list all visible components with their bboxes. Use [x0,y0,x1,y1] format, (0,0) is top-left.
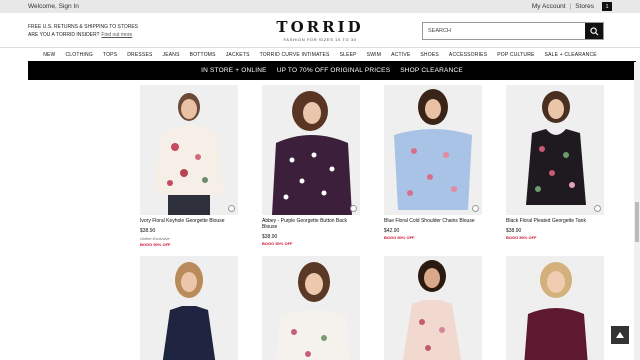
search-icon [589,26,598,35]
product-image[interactable] [262,256,360,360]
model-photo [272,91,352,215]
back-to-top-button[interactable] [611,326,629,344]
nav-item-new[interactable]: NEW [38,52,60,58]
nav-item-sleep[interactable]: SLEEP [335,52,362,58]
model-photo [402,260,462,360]
nav-item-sale-clearance[interactable]: SALE + CLEARANCE [540,52,602,58]
nav-item-active[interactable]: ACTIVE [386,52,415,58]
banner-shop-clearance-link[interactable]: SHOP CLEARANCE [400,67,463,74]
account-links: My Account | Stores 1 [532,2,612,11]
utility-bar: Welcome, Sign In My Account | Stores 1 [0,0,640,13]
promo-badge: BOGO 50% OFF [262,241,293,246]
product-image[interactable] [140,85,238,215]
promo-badge: BOGO 50% OFF [506,235,537,240]
zoom-icon[interactable] [350,205,357,212]
nav-item-shoes[interactable]: SHOES [415,52,444,58]
site-header: FREE U.S. RETURNS & SHIPPING TO STORES A… [0,13,640,47]
search-input[interactable]: SEARCH [423,23,585,39]
product-card[interactable] [506,256,604,360]
nav-item-pop-culture[interactable]: POP CULTURE [492,52,539,58]
product-name[interactable]: Ivory Floral Keyhole Georgette Blouse [140,218,238,224]
product-card[interactable] [262,256,360,360]
nav-item-jackets[interactable]: JACKETS [221,52,255,58]
scrollbar-thumb[interactable] [635,202,639,242]
product-card[interactable] [384,256,482,360]
zoom-icon[interactable] [472,205,479,212]
banner-discount: UP TO 70% OFF ORIGINAL PRICES [276,67,391,74]
product-name[interactable]: Black Floral Pleated Georgette Tank [506,218,604,224]
model-photo [276,262,350,360]
page-scrollbar[interactable] [634,62,640,360]
model-photo [524,262,588,360]
product-image[interactable] [506,85,604,215]
product-price: $38.90 [262,234,278,240]
promo-badge: BOGO 50% OFF [140,242,171,247]
page: Welcome, Sign In My Account | Stores 1 F… [0,0,640,360]
bag-count: 1 [605,3,609,10]
nav-item-jeans[interactable]: JEANS [158,52,185,58]
product-name[interactable]: Blue Floral Cold Shoulder Chains Blouse [384,218,482,224]
nav-item-accessories[interactable]: ACCESSORIES [444,52,492,58]
online-exclusive-badge: Online Exclusive [140,236,170,241]
model-photo [394,89,472,210]
search-button[interactable] [585,23,603,39]
shopping-bag-icon[interactable]: 1 [602,2,612,11]
search-box: SEARCH [422,22,604,40]
product-image[interactable] [506,256,604,360]
zoom-icon[interactable] [594,205,601,212]
model-photo [154,93,224,215]
product-name[interactable]: Abbey - Purple Georgette Button Back Blo… [262,218,360,230]
nav-item-curve-intimates[interactable]: TORRID CURVE INTIMATES [255,52,335,58]
model-photo [162,262,216,360]
product-image[interactable] [384,85,482,215]
arrow-up-icon [616,332,624,338]
clearance-banner[interactable]: IN STORE + ONLINE UP TO 70% OFF ORIGINAL… [28,61,636,80]
product-price: $38.90 [140,228,156,234]
nav-item-bottoms[interactable]: BOTTOMS [185,52,221,58]
nav-item-dresses[interactable]: DRESSES [122,52,157,58]
banner-in-store-online: IN STORE + ONLINE [201,67,267,74]
welcome-sign-in-link[interactable]: Welcome, Sign In [28,3,79,10]
zoom-icon[interactable] [228,205,235,212]
product-image[interactable] [140,256,238,360]
product-price: $38.90 [506,228,522,234]
product-image[interactable] [384,256,482,360]
product-card[interactable] [140,256,238,360]
product-card[interactable]: Ivory Floral Keyhole Georgette Blouse $3… [140,85,238,247]
product-card[interactable]: Abbey - Purple Georgette Button Back Blo… [262,85,360,246]
nav-item-tops[interactable]: TOPS [98,52,122,58]
product-card[interactable]: Blue Floral Cold Shoulder Chains Blouse … [384,85,482,240]
product-card[interactable]: Black Floral Pleated Georgette Tank $38.… [506,85,604,240]
stores-link[interactable]: Stores [575,3,594,10]
nav-item-clothing[interactable]: CLOTHING [60,52,97,58]
model-photo [526,91,586,205]
nav-item-swim[interactable]: SWIM [362,52,386,58]
my-account-link[interactable]: My Account [532,3,566,10]
product-image[interactable] [262,85,360,215]
separator: | [569,3,572,10]
promo-badge: BOGO 50% OFF [384,235,415,240]
product-price: $42.90 [384,228,400,234]
main-nav: NEW CLOTHING TOPS DRESSES JEANS BOTTOMS … [0,47,640,61]
